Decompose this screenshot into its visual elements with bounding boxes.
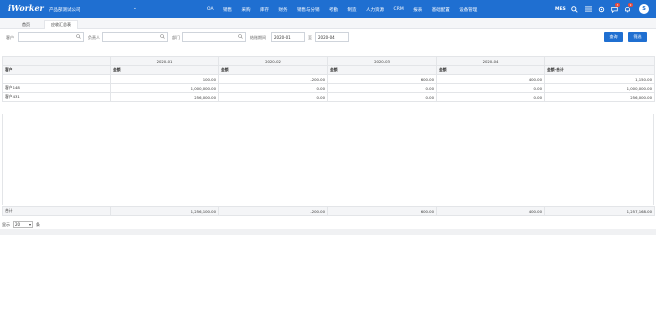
nav-sales[interactable]: 销售 bbox=[223, 7, 232, 13]
amount-column-header[interactable]: 金额 bbox=[327, 65, 437, 75]
nav-crm[interactable]: CRM bbox=[394, 7, 404, 13]
chevron-down-icon: ▾ bbox=[28, 222, 31, 227]
customer-input[interactable] bbox=[18, 32, 84, 42]
owner-input[interactable] bbox=[102, 32, 168, 42]
amount-cell: 0.00 bbox=[327, 83, 437, 93]
gear-icon[interactable] bbox=[596, 4, 606, 14]
period-header: 2020-03 bbox=[327, 56, 437, 66]
period-to-input[interactable]: 2020-04 bbox=[315, 32, 349, 42]
table-row[interactable]: 100.00 -200.00 600.00 400.00 1,150.00 bbox=[2, 74, 655, 84]
amount-column-header[interactable]: 金额 bbox=[218, 65, 328, 75]
summary-table: 2020-01 2020-02 2020-03 2020-04 客户 金额 金额… bbox=[2, 56, 655, 102]
amount-column-header[interactable]: 金额 bbox=[110, 65, 219, 75]
customer-cell bbox=[2, 74, 111, 84]
customer-cell: 客户431 bbox=[2, 92, 111, 102]
total-label: 合计 bbox=[2, 206, 111, 216]
column-header-row: 客户 金额 金额 金额 金额 金额-合计 bbox=[2, 65, 655, 75]
nav-reports[interactable]: 报表 bbox=[413, 7, 422, 13]
period-header-row: 2020-01 2020-02 2020-03 2020-04 bbox=[2, 56, 655, 66]
search-icon[interactable] bbox=[569, 4, 579, 14]
page-size-select[interactable]: 20 ▾ bbox=[13, 221, 33, 228]
total-amount-cell: 600.00 bbox=[327, 206, 437, 216]
pagination: 显示 20 ▾ 条 bbox=[2, 221, 40, 228]
avatar[interactable]: S bbox=[639, 4, 649, 14]
amount-cell: 0.00 bbox=[436, 92, 545, 102]
table-header-cell bbox=[544, 56, 655, 66]
nav-manufacturing[interactable]: 制造 bbox=[348, 7, 357, 13]
period-header: 2020-02 bbox=[218, 56, 328, 66]
search-icon[interactable] bbox=[160, 34, 165, 41]
period-header: 2020-01 bbox=[110, 56, 219, 66]
page-size-value: 20 bbox=[15, 222, 21, 227]
total-amount-cell: -200.00 bbox=[218, 206, 328, 216]
amount-cell: 0.00 bbox=[436, 83, 545, 93]
total-cell: 256,000.00 bbox=[544, 92, 655, 102]
main-nav: OA 销售 采购 库存 财务 销售与分销 考勤 制造 人力资源 CRM 报表 基… bbox=[207, 7, 487, 13]
company-name[interactable]: 产品部测试公司 bbox=[49, 7, 81, 13]
amount-cell: 100.00 bbox=[110, 74, 219, 84]
dept-input[interactable] bbox=[182, 32, 246, 42]
nav-basic-config[interactable]: 基础配置 bbox=[432, 7, 450, 13]
pager-suffix: 条 bbox=[36, 221, 40, 227]
message-badge: 3 bbox=[615, 3, 620, 7]
search-icon[interactable] bbox=[238, 34, 243, 41]
nav-inventory[interactable]: 库存 bbox=[260, 7, 269, 13]
search-icon[interactable] bbox=[76, 34, 81, 41]
nav-attendance[interactable]: 考勤 bbox=[329, 7, 338, 13]
total-cell: 1,000,000.00 bbox=[544, 83, 655, 93]
period-header: 2020-04 bbox=[436, 56, 545, 66]
nav-hr[interactable]: 人力资源 bbox=[366, 7, 384, 13]
nav-oa[interactable]: OA bbox=[207, 7, 214, 13]
period-label: 结账期间 bbox=[250, 35, 266, 40]
grand-total-cell: 1,257,168.00 bbox=[544, 206, 655, 216]
top-navbar: iWorker 产品部测试公司 ⌄ OA 销售 采购 库存 财务 销售与分销 考… bbox=[0, 0, 656, 18]
table-row[interactable]: 客户431 256,000.00 0.00 0.00 0.00 256,000.… bbox=[2, 92, 655, 102]
filter-button[interactable]: 筛选 bbox=[628, 32, 647, 42]
amount-cell: -200.00 bbox=[218, 74, 328, 84]
dept-label: 部门 bbox=[172, 35, 180, 40]
tab-bar: 首页 应收汇总表 bbox=[0, 18, 656, 29]
customer-column-header[interactable]: 客户 bbox=[2, 65, 111, 75]
mes-link[interactable]: MES bbox=[555, 7, 566, 12]
total-row: 合计 1,256,100.00 -200.00 600.00 400.00 1,… bbox=[2, 206, 655, 216]
bell-badge: 9 bbox=[628, 3, 633, 7]
period-from-input[interactable]: 2020-01 bbox=[271, 32, 305, 42]
nav-finance[interactable]: 财务 bbox=[279, 7, 288, 13]
total-amount-cell: 400.00 bbox=[436, 206, 545, 216]
table-header-cell bbox=[2, 56, 111, 66]
total-amount-cell: 1,256,100.00 bbox=[110, 206, 219, 216]
amount-cell: 256,000.00 bbox=[110, 92, 219, 102]
table-body-empty-area bbox=[2, 114, 654, 205]
total-column-header[interactable]: 金额-合计 bbox=[544, 65, 655, 75]
amount-cell: 0.00 bbox=[218, 83, 328, 93]
pager-label: 显示 bbox=[2, 221, 10, 227]
chevron-down-icon[interactable]: ⌄ bbox=[133, 6, 137, 11]
owner-label: 负责人 bbox=[88, 35, 100, 40]
menu-icon[interactable] bbox=[583, 4, 593, 14]
amount-cell: 400.00 bbox=[436, 74, 545, 84]
amount-cell: 600.00 bbox=[327, 74, 437, 84]
table-row[interactable]: 客户148 1,000,000.00 0.00 0.00 0.00 1,000,… bbox=[2, 83, 655, 93]
to-label: 至 bbox=[308, 35, 312, 40]
customer-cell: 客户148 bbox=[2, 83, 111, 93]
query-button[interactable]: 查询 bbox=[604, 32, 623, 42]
app-logo[interactable]: iWorker bbox=[8, 3, 44, 13]
nav-purchase[interactable]: 采购 bbox=[242, 7, 251, 13]
tab-receivable-summary[interactable]: 应收汇总表 bbox=[44, 20, 78, 29]
total-cell: 1,150.00 bbox=[544, 74, 655, 84]
nav-equipment[interactable]: 设备管理 bbox=[459, 7, 477, 13]
tab-home[interactable]: 首页 bbox=[16, 20, 36, 29]
amount-cell: 1,000,000.00 bbox=[110, 83, 219, 93]
nav-distribution[interactable]: 销售与分销 bbox=[297, 7, 320, 13]
amount-cell: 0.00 bbox=[327, 92, 437, 102]
customer-label: 客户 bbox=[6, 35, 14, 40]
horizontal-scrollbar[interactable] bbox=[0, 229, 656, 235]
amount-column-header[interactable]: 金额 bbox=[436, 65, 545, 75]
totals-table: 合计 1,256,100.00 -200.00 600.00 400.00 1,… bbox=[2, 206, 655, 216]
amount-cell: 0.00 bbox=[218, 92, 328, 102]
